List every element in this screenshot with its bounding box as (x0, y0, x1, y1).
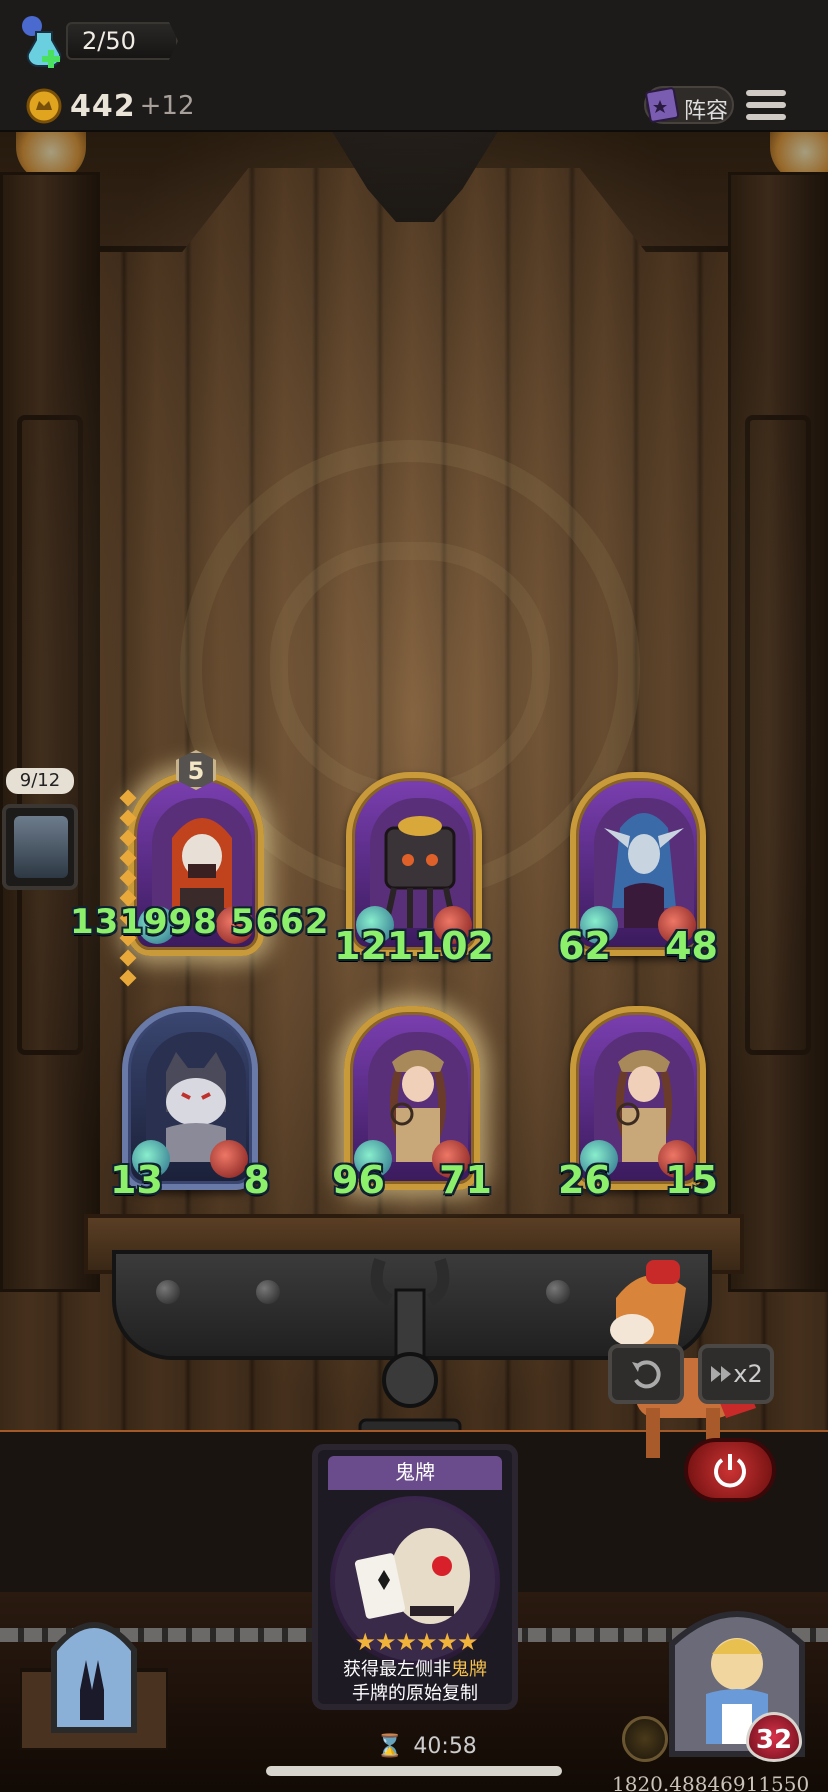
joker-card-description: 获得最左侧非鬼牌 手牌的原始复制 (324, 1658, 506, 1706)
unit-card[interactable]: 13 8 (110, 1006, 270, 1202)
attack-value: 13 (110, 1158, 163, 1202)
attack-value: 26 (558, 1158, 611, 1202)
star-track (119, 789, 138, 992)
unit-card[interactable]: 96 71 (332, 1006, 492, 1202)
power-icon (714, 1454, 746, 1488)
menu-icon[interactable] (744, 86, 788, 124)
desc-prefix: 获得最左侧非 (343, 1659, 451, 1680)
reroll-crank[interactable] (350, 1250, 470, 1432)
book-icon (645, 87, 680, 123)
coin-icon (26, 88, 62, 124)
gold-amount: 442 (70, 88, 136, 124)
unit-card[interactable]: 26 15 (558, 1006, 718, 1202)
joker-card-title: 鬼牌 (328, 1456, 502, 1490)
bench-count-badge: 9/12 (6, 768, 74, 794)
round-timer: ⌛ 40:58 (376, 1734, 477, 1759)
unit-card[interactable]: 62 48 (558, 772, 718, 968)
potion-counter[interactable]: 2/50 (18, 14, 178, 68)
undo-icon (632, 1360, 661, 1389)
timer-value: 40:58 (413, 1734, 477, 1759)
power-button[interactable] (684, 1438, 776, 1502)
health-value: 15 (665, 1158, 718, 1202)
hourglass-icon: ⌛ (376, 1734, 404, 1759)
gold-income: +12 (139, 91, 195, 121)
desc-highlight: 鬼牌 (451, 1659, 487, 1680)
attack-value: 96 (332, 1158, 385, 1202)
joker-card[interactable]: 鬼牌 ★★★★★★ 获得最左侧非鬼牌 手牌的原始复制 (312, 1444, 518, 1710)
debug-coordinates: 1820.4884691​1550 (612, 1772, 810, 1792)
health-value: 48 (665, 924, 718, 968)
unit-card[interactable]: 121 102 (334, 772, 494, 968)
undo-button[interactable] (608, 1344, 684, 1404)
attack-value: 62 (558, 924, 611, 968)
unit-1-stats: 131998 5662 (70, 902, 330, 942)
rabbit-window-portrait[interactable] (20, 1600, 168, 1750)
lineup-label: 阵容 (684, 99, 729, 124)
bench-unit-portrait (14, 816, 68, 878)
bell-icon[interactable] (622, 1716, 668, 1762)
potion-count: 2/50 (66, 22, 178, 60)
health-gem (210, 1140, 248, 1178)
fast-forward-icon (711, 1366, 732, 1382)
health-value: 102 (414, 924, 494, 968)
speed-label: x2 (733, 1360, 763, 1388)
health-value: 8 (243, 1158, 270, 1202)
top-hud: 2/50 442 +12 阵容 (0, 0, 828, 132)
joker-card-stars: ★★★★★★ (354, 1628, 478, 1656)
health-value: 71 (439, 1158, 492, 1202)
speed-button[interactable]: x2 (698, 1344, 774, 1404)
desc-line2: 手牌的原始复制 (352, 1683, 478, 1704)
home-indicator[interactable] (266, 1766, 562, 1776)
player-health: 32 (755, 1725, 793, 1755)
lineup-button[interactable]: 阵容 (644, 86, 734, 124)
bench-card[interactable] (2, 804, 78, 890)
coin-plate (0, 1422, 140, 1432)
gold-display: 442 +12 (26, 88, 195, 124)
attack-value: 121 (334, 924, 414, 968)
potion-icon (22, 16, 62, 68)
